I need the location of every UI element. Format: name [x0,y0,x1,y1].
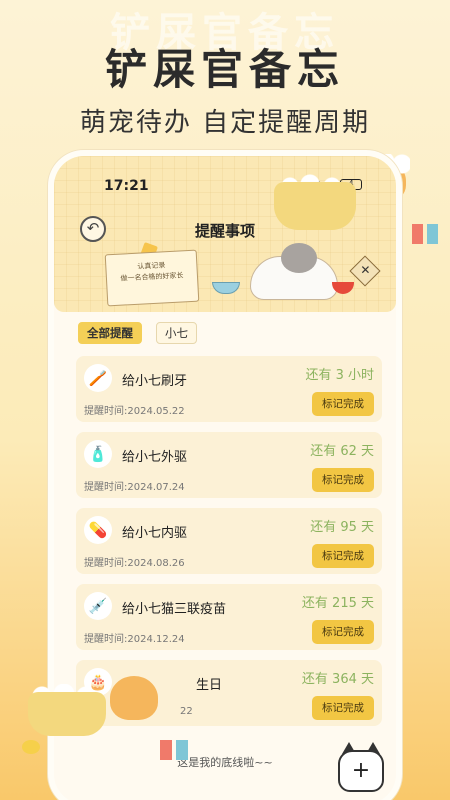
sign-icon: ✕ [349,255,381,287]
status-time: 17:21 [104,178,149,194]
shampoo-bottles-illustration [160,740,188,760]
bathtub-illustration [274,182,356,230]
spray-bottle-icon: 🧴 [84,440,112,468]
add-reminder-button[interactable]: + [338,750,384,792]
mark-done-button[interactable]: 标记完成 [312,696,374,720]
reminder-remaining: 还有 364 天 [301,672,374,687]
mark-done-button[interactable]: 标记完成 [312,544,374,568]
pet-bowl-icon [212,282,240,294]
reminder-title: 给小七外驱 [122,450,188,465]
mark-done-button[interactable]: 标记完成 [312,392,374,416]
vaccine-icon: 💉 [84,592,112,620]
promo-headline: 铲屎官备忘 [104,45,345,94]
lying-cat-illustration [250,243,338,300]
bathing-cat-illustration [110,676,158,720]
reminder-item[interactable]: 🧴 给小七外驱 提醒时间:2024.07.24 还有 62 天 标记完成 [76,432,382,498]
bathtub-illustration [28,692,106,736]
rubber-duck-icon [22,740,40,754]
shampoo-bottles-illustration [412,224,438,244]
reminder-date: 提醒时间:2024.08.26 [84,558,185,569]
reminder-date: 提醒时间:2024.07.24 [84,482,185,493]
note-card: 认真记录 做一名合格的好家长 [104,249,200,307]
reminder-title: 生日 [196,678,223,693]
reminder-item[interactable]: 🪥 给小七刷牙 提醒时间:2024.05.22 还有 3 小时 标记完成 [76,356,382,422]
filter-all[interactable]: 全部提醒 [78,322,142,344]
plus-icon: + [351,758,371,783]
reminder-remaining: 还有 3 小时 [305,368,374,383]
promo-subtitle: 萌宠待办 自定提醒周期 [79,108,371,138]
filter-xiaoqi[interactable]: 小七 [156,322,197,344]
reminder-date: 22 [180,706,193,717]
reminder-title: 给小七猫三联疫苗 [122,602,227,617]
reminder-date: 提醒时间:2024.05.22 [84,406,185,417]
mark-done-button[interactable]: 标记完成 [312,468,374,492]
reminder-remaining: 还有 62 天 [310,444,374,459]
reminder-item[interactable]: 💊 给小七内驱 提醒时间:2024.08.26 还有 95 天 标记完成 [76,508,382,574]
mark-done-button[interactable]: 标记完成 [312,620,374,644]
pill-icon: 💊 [84,516,112,544]
filter-tabs: 全部提醒 小七 [78,322,197,344]
reminder-remaining: 还有 95 天 [310,520,374,535]
reminder-item[interactable]: 💉 给小七猫三联疫苗 提醒时间:2024.12.24 还有 215 天 标记完成 [76,584,382,650]
reminder-date: 提醒时间:2024.12.24 [84,634,185,645]
reminder-remaining: 还有 215 天 [301,596,374,611]
header-banner: 17:21 ▮▮▮ ◠ 4 ↶ 提醒事项 认真记录 做一名合格的好家长 ✕ [54,156,396,312]
reminder-title: 给小七刷牙 [122,374,188,389]
reminder-title: 给小七内驱 [122,526,188,541]
toothbrush-icon: 🪥 [84,364,112,392]
